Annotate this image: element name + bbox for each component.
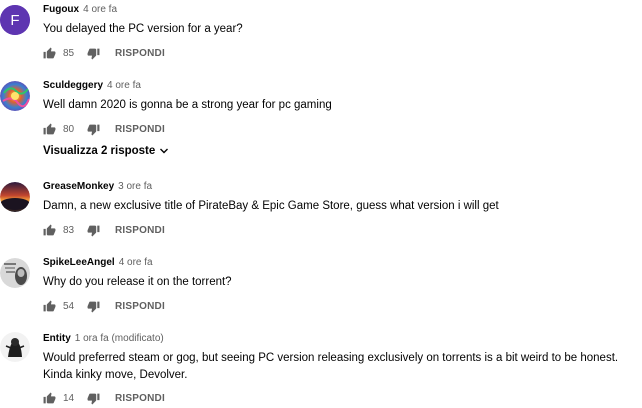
comment-body: GreaseMonkey 3 ore fa Damn, a new exclusi… — [43, 180, 638, 236]
comment-body: Fugoux 4 ore fa You delayed the PC versio… — [43, 3, 638, 59]
avatar-letter: F — [0, 5, 30, 35]
comment-text: Damn, a new exclusive title of PirateBay… — [43, 200, 499, 212]
comment-time[interactable]: 1 ora fa (modificato) — [75, 333, 164, 344]
avatar[interactable] — [0, 182, 30, 212]
view-replies-button[interactable]: Visualizza 2 risposte — [43, 145, 169, 157]
like-count: 14 — [63, 392, 75, 404]
author-name[interactable]: GreaseMonkey — [43, 181, 114, 192]
comment-body: SpikeLeeAngel 4 ore fa Why do you release… — [43, 256, 638, 312]
like-count: 80 — [63, 123, 75, 135]
reply-button[interactable]: RISPONDI — [115, 225, 165, 236]
comment-time[interactable]: 4 ore fa — [119, 257, 153, 268]
author-name[interactable]: Fugoux — [43, 4, 79, 15]
comment-text: Well damn 2020 is gonna be a strong year… — [43, 99, 332, 111]
comment-item: F Fugoux 4 ore fa You delayed the PC vers… — [0, 3, 642, 63]
like-count: 85 — [63, 47, 75, 59]
thumbs-down-icon[interactable] — [87, 392, 100, 405]
avatar-image — [0, 81, 30, 111]
comment-header: GreaseMonkey 3 ore fa — [43, 180, 638, 193]
avatar-image — [0, 258, 30, 288]
avatar[interactable]: F — [0, 5, 30, 35]
comment-header: SpikeLeeAngel 4 ore fa — [43, 256, 638, 269]
comment-body: Entity 1 ora fa (modificato) Would prefer… — [43, 332, 638, 404]
comment-time[interactable]: 4 ore fa — [83, 4, 117, 15]
view-replies-label: Visualizza 2 risposte — [43, 145, 156, 157]
chevron-down-icon — [159, 146, 169, 156]
svg-text:F: F — [10, 12, 19, 29]
thumbs-up-icon[interactable] — [43, 123, 56, 136]
comment-header: Sculdeggery 4 ore fa — [43, 79, 638, 92]
comment-item: Entity 1 ora fa (modificato) Would prefer… — [0, 332, 642, 408]
thumbs-down-icon[interactable] — [87, 300, 100, 313]
reply-button[interactable]: RISPONDI — [115, 124, 165, 135]
comment-actions: 54 RISPONDI — [43, 298, 165, 314]
avatar[interactable] — [0, 332, 30, 362]
comment-text: Why do you release it on the torrent? — [43, 276, 232, 288]
author-name[interactable]: Sculdeggery — [43, 80, 103, 91]
reply-button[interactable]: RISPONDI — [115, 393, 165, 404]
avatar-image — [0, 332, 30, 362]
thumbs-up-icon[interactable] — [43, 300, 56, 313]
author-name[interactable]: Entity — [43, 333, 71, 344]
avatar[interactable] — [0, 81, 30, 111]
avatar-image — [0, 182, 30, 212]
comment-actions: 85 RISPONDI — [43, 45, 165, 61]
thumbs-up-icon[interactable] — [43, 392, 56, 405]
reply-button[interactable]: RISPONDI — [115, 301, 165, 312]
comment-body: Sculdeggery 4 ore fa Well damn 2020 is go… — [43, 79, 638, 157]
thumbs-up-icon[interactable] — [43, 47, 56, 60]
comment-text: Would preferred steam or gog, but seeing… — [43, 352, 619, 381]
thumbs-up-icon[interactable] — [43, 224, 56, 237]
comment-actions: 83 RISPONDI — [43, 222, 165, 238]
avatar[interactable] — [0, 258, 30, 288]
comment-actions: 80 RISPONDI — [43, 121, 165, 137]
comment-header: Fugoux 4 ore fa — [43, 3, 638, 16]
comment-time[interactable]: 4 ore fa — [107, 80, 141, 91]
comment-header: Entity 1 ora fa (modificato) — [43, 332, 638, 345]
comment-item: SpikeLeeAngel 4 ore fa Why do you release… — [0, 256, 642, 316]
comment-time[interactable]: 3 ore fa — [118, 181, 152, 192]
comment-item: Sculdeggery 4 ore fa Well damn 2020 is go… — [0, 79, 642, 169]
like-count: 83 — [63, 224, 75, 236]
comment-text: You delayed the PC version for a year? — [43, 23, 243, 35]
thumbs-down-icon[interactable] — [87, 47, 100, 60]
reply-button[interactable]: RISPONDI — [115, 48, 165, 59]
comment-actions: 14 RISPONDI — [43, 390, 165, 406]
like-count: 54 — [63, 300, 75, 312]
thumbs-down-icon[interactable] — [87, 123, 100, 136]
thumbs-down-icon[interactable] — [87, 224, 100, 237]
author-name[interactable]: SpikeLeeAngel — [43, 257, 115, 268]
comment-item: GreaseMonkey 3 ore fa Damn, a new exclusi… — [0, 180, 642, 240]
